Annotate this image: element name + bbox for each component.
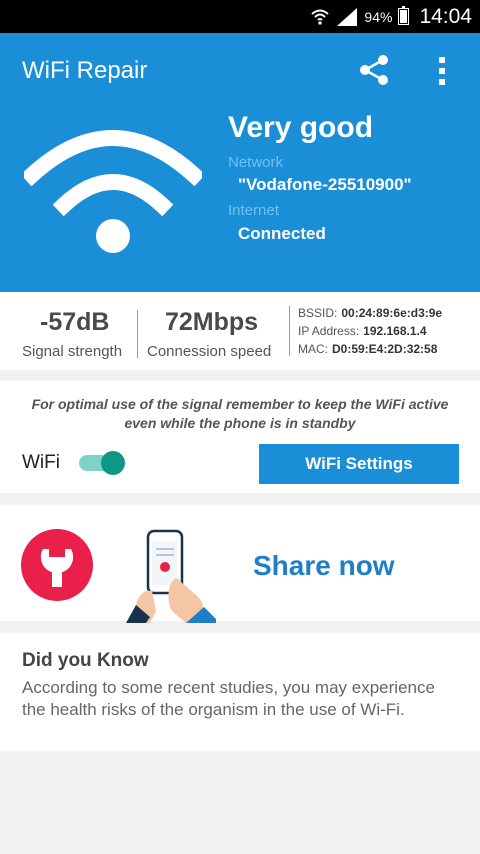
tip-line-2: even while the phone is in standby xyxy=(124,415,356,431)
status-bar: 94% 14:04 xyxy=(0,0,480,33)
bssid-label: BSSID: xyxy=(298,306,338,320)
did-you-know-text: According to some recent studies, you ma… xyxy=(22,678,435,719)
share-icon[interactable] xyxy=(357,53,391,87)
ip-label: IP Address: xyxy=(298,324,360,338)
bssid-line: BSSID: 00:24:89:6e:d3:9e xyxy=(298,306,442,320)
connection-speed-label: Connession speed xyxy=(147,343,272,360)
signal-strength-label: Signal strength xyxy=(22,343,123,360)
wifi-icon xyxy=(24,130,202,253)
stats-panel: -57dB Signal strength 72Mbps Connession … xyxy=(0,292,480,370)
standby-tip: For optimal use of the signal remember t… xyxy=(10,395,470,433)
share-card[interactable]: Share now xyxy=(0,505,480,623)
network-name: "Vodafone-25510900" xyxy=(238,175,412,194)
app-title: WiFi Repair xyxy=(22,57,148,84)
did-you-know-title: Did you Know xyxy=(22,650,149,671)
bssid-value: 00:24:89:6e:d3:9e xyxy=(341,306,443,320)
ip-line: IP Address: 192.168.1.4 xyxy=(298,324,427,338)
mac-label: MAC: xyxy=(298,342,328,356)
mac-line: MAC: D0:59:E4:2D:32:58 xyxy=(298,342,437,356)
divider xyxy=(289,306,290,356)
wifi-settings-button[interactable]: WiFi Settings xyxy=(259,444,459,484)
signal-strength-value: -57dB xyxy=(40,308,110,336)
toggle-thumb xyxy=(101,451,125,475)
app-logo xyxy=(21,529,93,601)
more-vert-icon[interactable] xyxy=(432,53,452,89)
battery-icon xyxy=(398,6,410,25)
wifi-card: For optimal use of the signal remember t… xyxy=(0,381,480,493)
did-you-know-card: Did you Know According to some recent st… xyxy=(0,633,480,751)
connection-speed-value: 72Mbps xyxy=(165,308,259,336)
wifi-toggle-label: WiFi xyxy=(22,452,60,473)
ip-value: 192.168.1.4 xyxy=(363,324,427,338)
wifi-status-icon xyxy=(311,9,330,25)
divider xyxy=(137,310,138,358)
battery-percent: 94% xyxy=(364,8,393,25)
tip-line-1: For optimal use of the signal remember t… xyxy=(31,396,449,412)
phone-illustration xyxy=(126,529,216,623)
network-label: Network xyxy=(228,154,284,171)
share-now-button[interactable]: Share now xyxy=(253,550,395,582)
mac-value: D0:59:E4:2D:32:58 xyxy=(332,342,438,356)
wrench-icon xyxy=(40,549,74,587)
wifi-toggle[interactable] xyxy=(77,451,127,475)
status-time: 14:04 xyxy=(419,4,472,28)
internet-status: Connected xyxy=(238,224,326,243)
signal-quality: Very good xyxy=(228,111,374,144)
app-header: WiFi Repair Very good Network "Vodafone-… xyxy=(0,33,480,292)
internet-label: Internet xyxy=(228,202,279,219)
signal-bars-icon xyxy=(337,7,358,26)
